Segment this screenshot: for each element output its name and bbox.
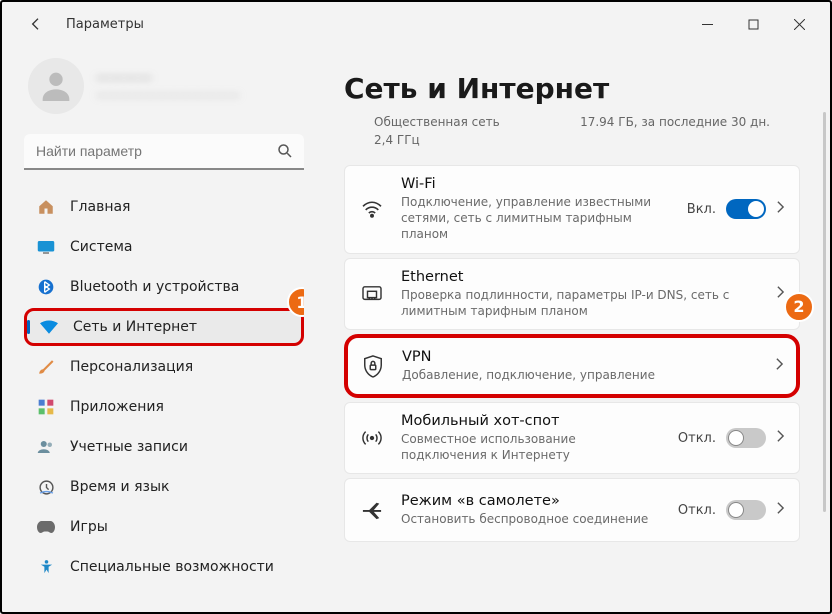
card-title: VPN xyxy=(402,349,759,365)
search-box[interactable] xyxy=(24,134,304,170)
sidebar-item-accounts[interactable]: Учетные записи xyxy=(24,428,304,466)
card-subtitle: Добавление, подключение, управление xyxy=(402,367,759,383)
card-vpn[interactable]: VPN Добавление, подключение, управление … xyxy=(344,334,800,398)
network-status: Общественная сеть 17.94 ГБ, за последние… xyxy=(344,113,800,165)
card-ethernet[interactable]: Ethernet Проверка подлинности, параметры… xyxy=(344,258,800,330)
sidebar-item-home[interactable]: Главная xyxy=(24,188,304,226)
card-subtitle: Остановить беспроводное соединение xyxy=(401,511,662,527)
hotspot-toggle[interactable] xyxy=(726,428,766,448)
sidebar-item-label: Система xyxy=(70,239,132,255)
gamepad-icon xyxy=(36,520,56,534)
sidebar-item-label: Персонализация xyxy=(70,359,193,375)
apps-icon xyxy=(36,399,56,415)
search-icon xyxy=(276,142,294,164)
card-wifi[interactable]: Wi-Fi Подключение, управление известными… xyxy=(344,165,800,254)
sidebar-item-apps[interactable]: Приложения xyxy=(24,388,304,426)
chevron-right-icon xyxy=(776,200,785,218)
airplane-toggle[interactable] xyxy=(726,500,766,520)
settings-window: Параметры ———— ———————————— xyxy=(0,0,832,614)
card-title: Режим «в самолете» xyxy=(401,493,662,509)
page-title: Сеть и Интернет xyxy=(344,72,800,105)
sidebar: ———— ———————————— Главная Система xyxy=(2,46,320,612)
search-input[interactable] xyxy=(24,134,304,170)
sidebar-item-accessibility[interactable]: Специальные возможности xyxy=(24,548,304,586)
avatar xyxy=(28,58,84,114)
card-airplane[interactable]: Режим «в самолете» Остановить беспроводн… xyxy=(344,478,800,542)
minimize-button[interactable] xyxy=(684,6,730,42)
sidebar-item-bluetooth[interactable]: Bluetooth и устройства xyxy=(24,268,304,306)
sidebar-item-label: Bluetooth и устройства xyxy=(70,279,239,295)
titlebar: Параметры xyxy=(2,2,830,46)
sidebar-item-label: Игры xyxy=(70,519,108,535)
annotation-badge-1: 1 xyxy=(287,287,304,317)
system-icon xyxy=(36,240,56,254)
window-controls xyxy=(684,6,822,42)
sidebar-item-gaming[interactable]: Игры xyxy=(24,508,304,546)
ethernet-icon xyxy=(359,285,385,303)
account-block[interactable]: ———— ———————————— xyxy=(24,52,304,128)
chevron-right-icon xyxy=(775,357,784,375)
sidebar-item-time[interactable]: Время и язык xyxy=(24,468,304,506)
network-icon xyxy=(39,320,59,334)
main-panel: Сеть и Интернет Общественная сеть 17.94 … xyxy=(320,46,830,612)
card-subtitle: Подключение, управление известными сетям… xyxy=(401,194,671,243)
close-button[interactable] xyxy=(776,6,822,42)
wifi-icon xyxy=(359,200,385,218)
card-subtitle: Проверка подлинности, параметры IP-и DNS… xyxy=(401,287,760,319)
hotspot-icon xyxy=(359,428,385,448)
account-name: ———— xyxy=(96,70,240,86)
account-text: ———— ———————————— xyxy=(96,70,240,102)
chevron-right-icon xyxy=(776,429,785,447)
chevron-right-icon xyxy=(776,285,785,303)
account-email: ———————————— xyxy=(96,88,240,102)
shield-lock-icon xyxy=(360,354,386,378)
back-button[interactable] xyxy=(20,8,52,40)
scrollbar[interactable] xyxy=(823,112,826,512)
sidebar-item-personalization[interactable]: Персонализация xyxy=(24,348,304,386)
sidebar-item-system[interactable]: Система xyxy=(24,228,304,266)
status-band: 2,4 ГГц xyxy=(374,131,770,149)
sidebar-item-label: Приложения xyxy=(70,399,164,415)
card-subtitle: Совместное использование подключения к И… xyxy=(401,431,662,463)
clock-icon xyxy=(36,479,56,496)
brush-icon xyxy=(36,358,56,376)
card-title: Wi-Fi xyxy=(401,176,671,192)
card-title: Ethernet xyxy=(401,269,760,285)
airplane-icon xyxy=(359,500,385,520)
card-title: Мобильный хот-спот xyxy=(401,413,662,429)
status-data-usage: 17.94 ГБ, за последние 30 дн. xyxy=(580,113,770,131)
status-network-type: Общественная сеть xyxy=(374,113,500,131)
home-icon xyxy=(36,198,56,216)
maximize-button[interactable] xyxy=(730,6,776,42)
sidebar-item-label: Учетные записи xyxy=(70,439,188,455)
sidebar-item-network[interactable]: Сеть и Интернет 1 xyxy=(24,308,304,346)
sidebar-item-label: Специальные возможности xyxy=(70,559,274,575)
cards-list: Wi-Fi Подключение, управление известными… xyxy=(344,165,800,542)
chevron-right-icon xyxy=(776,501,785,519)
wifi-state-label: Вкл. xyxy=(687,202,716,217)
window-title: Параметры xyxy=(66,17,144,32)
nav-list: Главная Система Bluetooth и устройства С… xyxy=(24,188,304,586)
sidebar-item-label: Сеть и Интернет xyxy=(73,319,197,335)
wifi-toggle[interactable] xyxy=(726,199,766,219)
hotspot-state-label: Откл. xyxy=(678,431,716,446)
card-hotspot[interactable]: Мобильный хот-спот Совместное использова… xyxy=(344,402,800,474)
sidebar-item-label: Главная xyxy=(70,199,130,215)
sidebar-item-label: Время и язык xyxy=(70,479,169,495)
annotation-badge-2: 2 xyxy=(784,292,814,322)
bluetooth-icon xyxy=(36,279,56,295)
accessibility-icon xyxy=(36,559,56,576)
airplane-state-label: Откл. xyxy=(678,503,716,518)
accounts-icon xyxy=(36,438,56,456)
